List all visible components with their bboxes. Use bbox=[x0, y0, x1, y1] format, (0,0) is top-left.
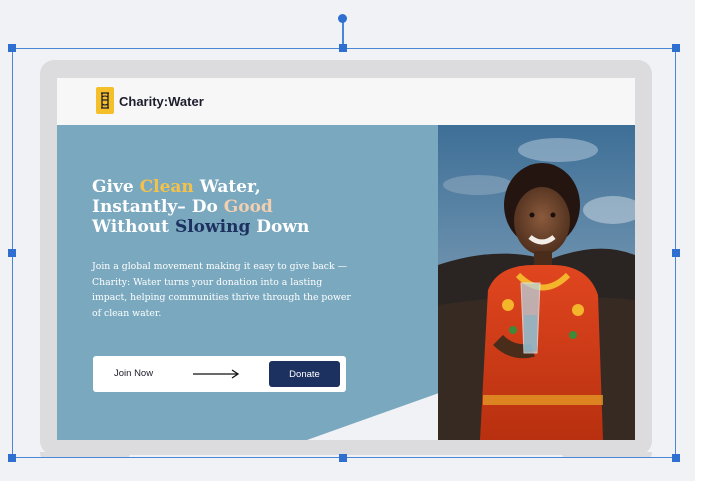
resize-handle-bottom-right[interactable] bbox=[672, 454, 680, 462]
resize-handle-right[interactable] bbox=[672, 249, 680, 257]
resize-handle-bottom-left[interactable] bbox=[8, 454, 16, 462]
canvas-edge bbox=[695, 0, 703, 481]
resize-handle-bottom[interactable] bbox=[339, 454, 347, 462]
resize-handle-top-left[interactable] bbox=[8, 44, 16, 52]
resize-handle-top-right[interactable] bbox=[672, 44, 680, 52]
selection-frame[interactable] bbox=[12, 48, 676, 458]
rotate-handle[interactable] bbox=[338, 14, 347, 23]
resize-handle-left[interactable] bbox=[8, 249, 16, 257]
resize-handle-top[interactable] bbox=[339, 44, 347, 52]
